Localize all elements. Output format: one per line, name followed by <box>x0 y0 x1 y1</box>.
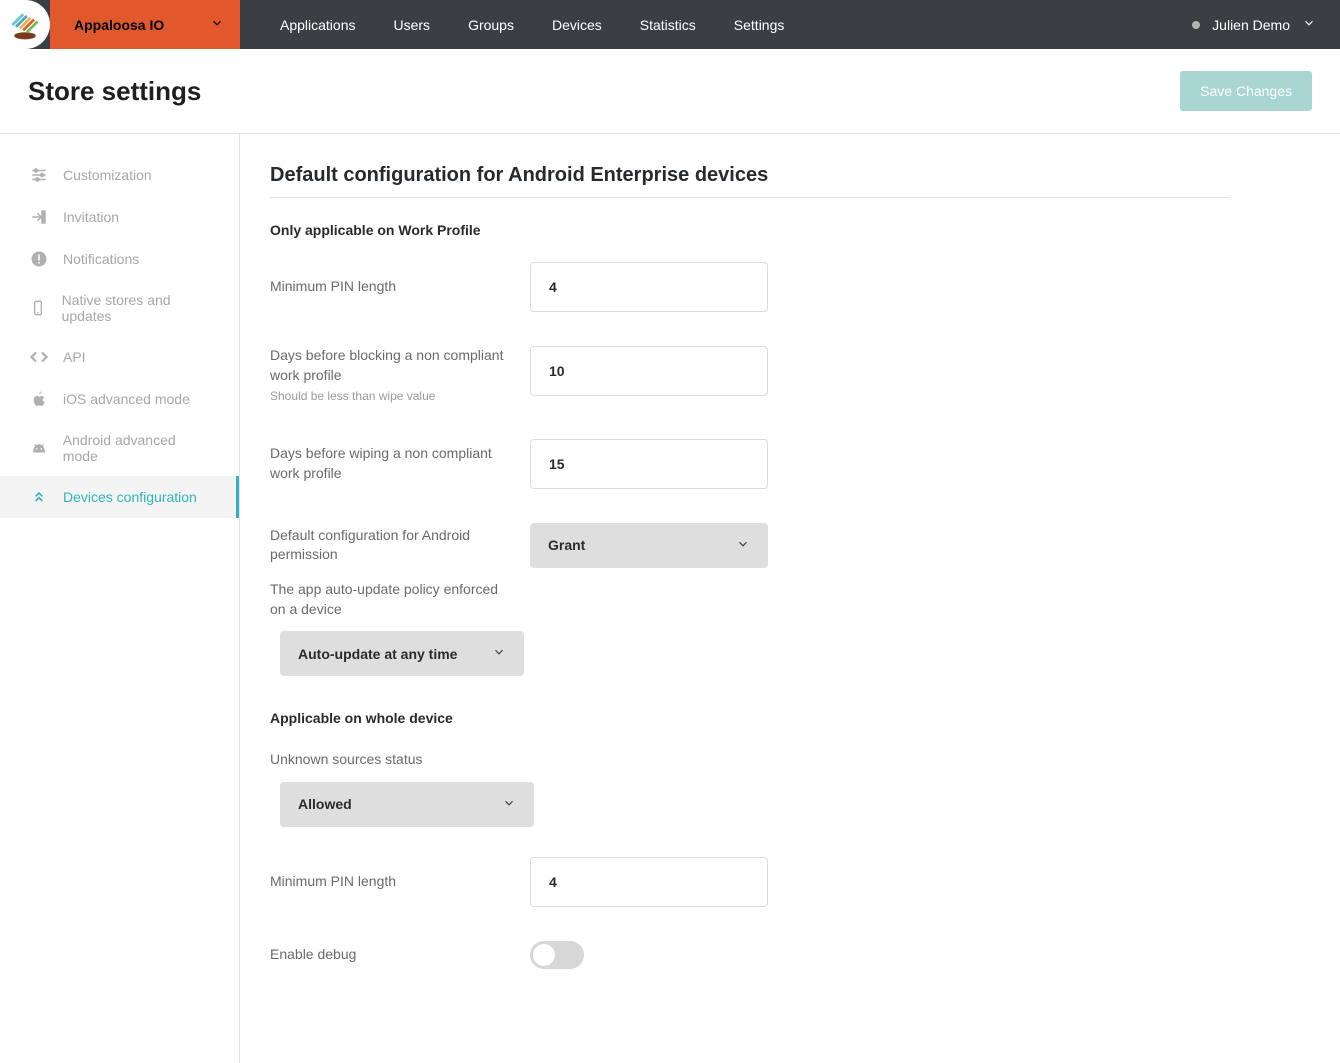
apple-icon <box>29 390 49 408</box>
sidebar-item-label: Notifications <box>63 251 139 267</box>
sidebar-item-label: Android advanced mode <box>63 432 213 464</box>
nav-link-statistics[interactable]: Statistics <box>628 3 708 47</box>
login-icon <box>29 208 49 226</box>
nav-links: Applications Users Groups Devices Statis… <box>240 0 796 49</box>
days-block-input[interactable] <box>530 346 768 396</box>
user-name: Julien Demo <box>1212 17 1290 33</box>
toggle-knob <box>533 944 555 966</box>
field-hint: Should be less than wipe value <box>270 388 510 405</box>
sidebar-item-label: Invitation <box>63 209 119 225</box>
nav-link-users[interactable]: Users <box>382 3 443 47</box>
sidebar-item-devices-configuration[interactable]: Devices configuration <box>0 476 239 518</box>
select-value: Grant <box>548 537 585 553</box>
field-label: Days before blocking a non compliant wor… <box>270 346 510 385</box>
chevron-down-icon <box>210 16 224 33</box>
permission-select[interactable]: Grant <box>530 523 768 568</box>
sidebar-item-notifications[interactable]: Notifications <box>0 238 239 280</box>
chevron-down-icon <box>492 645 506 662</box>
field-min-pin-length: Minimum PIN length <box>270 262 1230 312</box>
user-menu[interactable]: Julien Demo <box>1168 0 1340 49</box>
select-value: Allowed <box>298 796 352 812</box>
brand-logo[interactable] <box>0 0 50 49</box>
android-icon <box>29 440 49 456</box>
code-icon <box>29 348 49 366</box>
sidebar-item-label: Devices configuration <box>63 489 197 505</box>
sidebar-item-label: Customization <box>63 167 152 183</box>
nav-link-groups[interactable]: Groups <box>456 3 526 47</box>
days-wipe-input[interactable] <box>530 439 768 489</box>
section-title: Default configuration for Android Enterp… <box>270 164 1230 198</box>
page-title: Store settings <box>28 76 201 107</box>
store-name: Appaloosa IO <box>74 17 164 33</box>
sliders-icon <box>29 166 49 184</box>
nav-link-applications[interactable]: Applications <box>268 3 368 47</box>
sidebar-item-label: API <box>63 349 86 365</box>
sidebar-item-label: Native stores and updates <box>62 292 213 324</box>
device-min-pin-input[interactable] <box>530 857 768 907</box>
field-label: Minimum PIN length <box>270 872 530 892</box>
nav-link-devices[interactable]: Devices <box>540 3 614 47</box>
whole-device-heading: Applicable on whole device <box>270 710 1230 726</box>
chevron-down-icon <box>502 796 516 813</box>
field-unknown-sources: Unknown sources status Allowed <box>270 750 1230 827</box>
alert-icon <box>29 250 49 268</box>
work-profile-heading: Only applicable on Work Profile <box>270 222 1230 238</box>
field-label: Default configuration for Android permis… <box>270 526 530 565</box>
status-dot-icon <box>1192 21 1200 29</box>
field-label: The app auto-update policy enforced on a… <box>270 580 530 619</box>
field-label: Days before wiping a non compliant work … <box>270 444 530 483</box>
field-days-block: Days before blocking a non compliant wor… <box>270 346 1230 405</box>
sidebar-item-native-stores[interactable]: Native stores and updates <box>0 280 239 336</box>
sync-icon <box>29 488 49 506</box>
chevron-down-icon <box>736 537 750 554</box>
main-content: Default configuration for Android Enterp… <box>240 134 1260 1063</box>
field-android-permission: Default configuration for Android permis… <box>270 523 1230 568</box>
min-pin-input[interactable] <box>530 262 768 312</box>
top-navbar: Appaloosa IO Applications Users Groups D… <box>0 0 1340 49</box>
enable-debug-toggle[interactable] <box>530 941 584 969</box>
field-label: Minimum PIN length <box>270 277 530 297</box>
unknown-sources-select[interactable]: Allowed <box>280 782 534 827</box>
sidebar-item-label: iOS advanced mode <box>63 391 190 407</box>
device-icon <box>29 299 48 317</box>
page-header: Store settings Save Changes <box>0 49 1340 134</box>
sidebar-item-customization[interactable]: Customization <box>0 154 239 196</box>
auto-update-select[interactable]: Auto-update at any time <box>280 631 524 676</box>
field-days-wipe: Days before wiping a non compliant work … <box>270 439 1230 489</box>
sidebar-item-android-advanced[interactable]: Android advanced mode <box>0 420 239 476</box>
sidebar-item-ios-advanced[interactable]: iOS advanced mode <box>0 378 239 420</box>
nav-link-settings[interactable]: Settings <box>722 3 797 47</box>
chevron-down-icon <box>1302 16 1316 33</box>
sidebar-item-invitation[interactable]: Invitation <box>0 196 239 238</box>
store-selector[interactable]: Appaloosa IO <box>50 0 240 49</box>
field-auto-update: The app auto-update policy enforced on a… <box>270 580 1230 676</box>
field-label: Unknown sources status <box>270 750 1230 770</box>
field-device-min-pin: Minimum PIN length <box>270 857 1230 907</box>
field-enable-debug: Enable debug <box>270 941 1230 969</box>
select-value: Auto-update at any time <box>298 646 457 662</box>
settings-sidebar: Customization Invitation Notifications N… <box>0 134 240 1063</box>
sidebar-item-api[interactable]: API <box>0 336 239 378</box>
save-changes-button[interactable]: Save Changes <box>1180 71 1312 111</box>
